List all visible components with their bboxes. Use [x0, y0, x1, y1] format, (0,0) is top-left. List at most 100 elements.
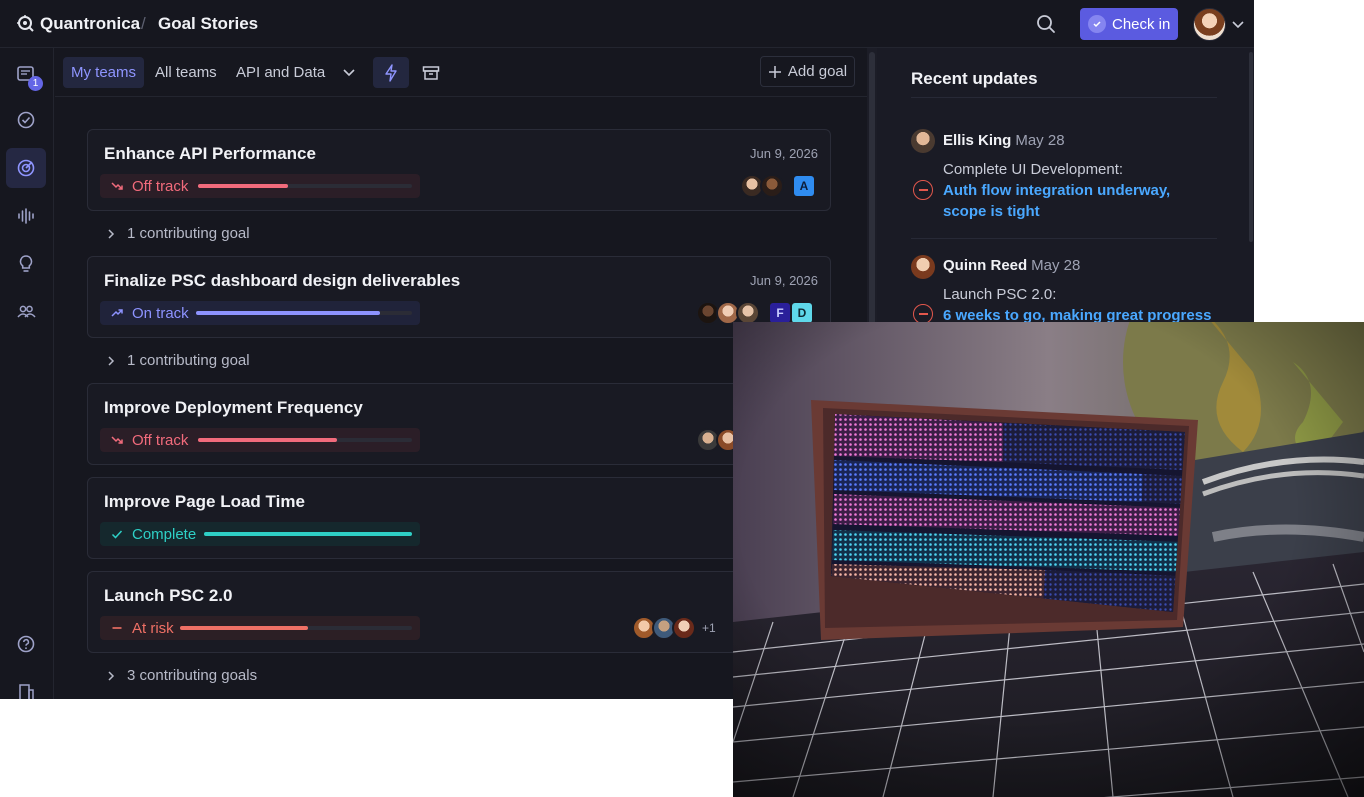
progress-fill — [198, 184, 288, 188]
goal-title[interactable]: Improve Deployment Frequency — [104, 398, 363, 418]
more-avatars-count[interactable]: +1 — [702, 621, 716, 635]
chevron-down-icon[interactable] — [1231, 17, 1245, 31]
trend-up-icon — [111, 309, 123, 317]
progress-fill — [198, 438, 338, 442]
status-pill: At risk — [100, 616, 420, 640]
status-label: On track — [132, 304, 189, 322]
team-tabs: My teams All teams API and Data Add goal — [55, 48, 867, 97]
goal-due-date: Jun 9, 2026 — [750, 273, 818, 288]
status-pill: On track — [100, 301, 420, 325]
tab-api-and-data[interactable]: API and Data — [228, 57, 333, 88]
update-text[interactable]: Auth flow integration underway, scope is… — [943, 180, 1213, 222]
status-pill: Complete — [100, 522, 420, 546]
avatar[interactable] — [911, 129, 935, 153]
goal-title[interactable]: Finalize PSC dashboard design deliverabl… — [104, 271, 460, 291]
goal-owners: +1 — [632, 616, 716, 640]
progress-bar — [204, 532, 412, 536]
nav-organization[interactable] — [6, 672, 46, 699]
trend-down-icon — [111, 436, 123, 444]
contributing-goals-toggle[interactable]: 1 contributing goal — [105, 225, 250, 242]
contributing-goals-toggle[interactable]: 3 contributing goals — [105, 667, 257, 684]
lightbulb-icon — [19, 255, 33, 272]
avatar[interactable] — [672, 616, 696, 640]
nav-teams[interactable] — [6, 292, 46, 332]
brand-name[interactable]: Quantronica — [40, 14, 140, 34]
target-icon — [17, 159, 35, 177]
update-author-name: Quinn Reed — [943, 257, 1028, 274]
status-label: At risk — [132, 619, 174, 637]
update-author[interactable]: Quinn Reed May 28 — [943, 257, 1080, 274]
progress-bar — [198, 438, 412, 442]
status-label: Off track — [132, 431, 189, 449]
status-pill: Off track — [100, 428, 420, 452]
goal-card[interactable]: Improve Page Load Time Complete — [87, 477, 831, 559]
left-nav-rail: 1 — [0, 48, 54, 699]
contributing-goals-label: 1 contributing goal — [127, 352, 250, 369]
progress-bar — [196, 311, 412, 315]
goal-title[interactable]: Improve Page Load Time — [104, 492, 305, 512]
led-display-photo — [733, 322, 1364, 797]
user-avatar[interactable] — [1193, 8, 1226, 41]
updates-scrollbar[interactable] — [1249, 52, 1253, 242]
avatar[interactable] — [760, 174, 784, 198]
check-circle-icon — [17, 111, 35, 129]
quantronica-logo-icon — [17, 15, 34, 32]
chevron-right-icon — [108, 670, 115, 681]
status-label: Complete — [132, 525, 197, 543]
tab-my-teams[interactable]: My teams — [63, 57, 145, 88]
page-title: Goal Stories — [158, 14, 259, 33]
nav-pulse[interactable] — [6, 196, 46, 236]
plus-icon — [768, 65, 781, 78]
progress-fill — [196, 311, 380, 315]
chevron-down-icon[interactable] — [339, 62, 359, 82]
update-date: May 28 — [1031, 257, 1081, 274]
tab-all-teams[interactable]: All teams — [147, 57, 225, 88]
team-chip: A — [794, 176, 814, 196]
add-goal-button[interactable]: Add goal — [760, 56, 855, 87]
archive-button[interactable] — [419, 61, 443, 85]
people-icon — [17, 305, 36, 318]
dash-icon — [112, 627, 122, 629]
progress-bar — [180, 626, 412, 630]
avatar[interactable] — [911, 255, 935, 279]
lightning-icon — [385, 63, 397, 82]
breadcrumb-separator: / — [141, 14, 146, 33]
top-bar: Quantronica / Goal Stories Check in — [0, 0, 1254, 48]
contributing-goals-label: 1 contributing goal — [127, 225, 250, 242]
goal-card[interactable]: Finalize PSC dashboard design deliverabl… — [87, 256, 831, 338]
check-in-label: Check in — [1112, 15, 1171, 33]
goal-card[interactable]: Improve Deployment Frequency Off track — [87, 383, 831, 465]
team-chip: D — [792, 303, 812, 323]
goal-card[interactable]: Launch PSC 2.0 At risk +1 — [87, 571, 831, 653]
at-risk-status-icon — [913, 180, 933, 200]
at-risk-status-icon — [913, 304, 933, 324]
checkmark-icon — [111, 530, 123, 539]
chevron-right-icon — [108, 355, 115, 366]
nav-help[interactable] — [6, 624, 46, 664]
goal-card[interactable]: Enhance API Performance Jun 9, 2026 Off … — [87, 129, 831, 211]
nav-goals[interactable] — [6, 148, 46, 188]
check-in-button[interactable]: Check in — [1080, 8, 1178, 40]
recent-updates-title: Recent updates — [911, 69, 1038, 88]
nav-inbox[interactable]: 1 — [6, 54, 46, 94]
update-date: May 28 — [1015, 132, 1065, 149]
update-author-name: Ellis King — [943, 132, 1012, 149]
automations-button[interactable] — [373, 57, 409, 88]
nav-check-ins[interactable] — [6, 100, 46, 140]
waveform-icon — [18, 208, 34, 224]
progress-fill — [204, 532, 412, 536]
check-circle-icon — [1088, 15, 1106, 33]
update-author[interactable]: Ellis King May 28 — [943, 132, 1065, 149]
trend-down-icon — [111, 182, 123, 190]
progress-fill — [180, 626, 308, 630]
goal-title[interactable]: Enhance API Performance — [104, 144, 316, 164]
contributing-goals-toggle[interactable]: 1 contributing goal — [105, 352, 250, 369]
search-icon[interactable] — [1034, 12, 1058, 36]
update-goal[interactable]: Launch PSC 2.0: — [943, 286, 1056, 303]
update-goal[interactable]: Complete UI Development: — [943, 161, 1123, 178]
progress-bar — [198, 184, 412, 188]
goal-owners: A — [740, 174, 814, 198]
goal-title[interactable]: Launch PSC 2.0 — [104, 586, 232, 606]
contributing-goals-label: 3 contributing goals — [127, 667, 258, 684]
nav-ideas[interactable] — [6, 244, 46, 284]
